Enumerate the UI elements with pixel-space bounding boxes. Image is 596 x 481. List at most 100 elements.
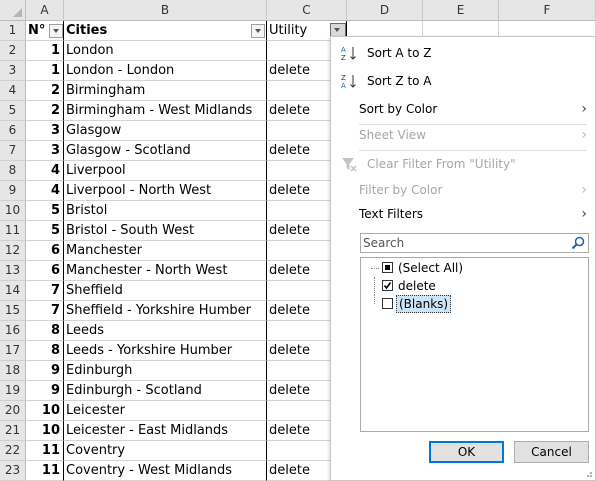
cell-city[interactable]: Birmingham - West Midlands xyxy=(64,101,267,121)
cell-city[interactable]: Coventry - West Midlands xyxy=(64,461,267,481)
cell-number[interactable]: 3 xyxy=(26,141,64,161)
row-header[interactable]: 4 xyxy=(0,81,26,101)
cell-number[interactable]: 11 xyxy=(26,461,64,481)
cell-number[interactable]: 1 xyxy=(26,61,64,81)
cancel-button[interactable]: Cancel xyxy=(514,441,589,463)
row-header[interactable]: 20 xyxy=(0,401,26,421)
cell-number[interactable]: 9 xyxy=(26,381,64,401)
filter-button-number[interactable] xyxy=(49,24,63,38)
column-header-e[interactable]: E xyxy=(423,0,499,21)
cell-city[interactable]: Liverpool xyxy=(64,161,267,181)
cell-city[interactable]: Leicester xyxy=(64,401,267,421)
resize-grip-icon[interactable] xyxy=(583,468,593,478)
row-header[interactable]: 16 xyxy=(0,321,26,341)
cell-city[interactable]: Leicester - East Midlands xyxy=(64,421,267,441)
column-header-a[interactable]: A xyxy=(26,0,64,21)
row-header[interactable]: 3 xyxy=(0,61,26,81)
cell-city[interactable]: Edinburgh xyxy=(64,361,267,381)
row-header-1[interactable]: 1 xyxy=(0,21,26,41)
cell-number[interactable]: 7 xyxy=(26,301,64,321)
cell-city[interactable]: Bristol - South West xyxy=(64,221,267,241)
list-item-delete[interactable]: delete xyxy=(369,277,569,295)
row-header[interactable]: 8 xyxy=(0,161,26,181)
cell-number[interactable]: 9 xyxy=(26,361,64,381)
cell-city[interactable]: Sheffield - Yorkshire Humber xyxy=(64,301,267,321)
text-filters-label: Text Filters xyxy=(359,207,424,221)
row-header[interactable]: 9 xyxy=(0,181,26,201)
filter-button-cities[interactable] xyxy=(251,24,265,38)
menu-sort-by-color[interactable]: Sort by Color › xyxy=(331,97,595,121)
unchecked-checkbox-icon[interactable] xyxy=(382,298,393,309)
clear-filter-icon xyxy=(342,158,357,172)
cell-city[interactable]: Liverpool - North West xyxy=(64,181,267,201)
row-header[interactable]: 6 xyxy=(0,121,26,141)
cell-number[interactable]: 3 xyxy=(26,121,64,141)
row-header[interactable]: 22 xyxy=(0,441,26,461)
row-header[interactable]: 12 xyxy=(0,241,26,261)
cell-number[interactable]: 4 xyxy=(26,181,64,201)
ok-button[interactable]: OK xyxy=(429,441,504,463)
cell-number[interactable]: 1 xyxy=(26,41,64,61)
cell-city[interactable]: Coventry xyxy=(64,441,267,461)
column-header-b[interactable]: B xyxy=(64,0,267,21)
svg-text:A: A xyxy=(341,82,346,89)
select-all-corner[interactable] xyxy=(0,0,26,21)
cell-number[interactable]: 10 xyxy=(26,421,64,441)
menu-text-filters[interactable]: Text Filters › xyxy=(331,202,595,226)
list-item-blanks[interactable]: (Blanks) xyxy=(369,295,569,313)
header-number-label: N° xyxy=(28,23,46,38)
column-header-c[interactable]: C xyxy=(267,0,347,21)
row-header[interactable]: 11 xyxy=(0,221,26,241)
filter-search-input[interactable]: Search xyxy=(360,233,589,253)
row-header[interactable]: 5 xyxy=(0,101,26,121)
row-header[interactable]: 14 xyxy=(0,281,26,301)
cell-city[interactable]: London xyxy=(64,41,267,61)
cell-city[interactable]: Leeds - Yorkshire Humber xyxy=(64,341,267,361)
tree-connector xyxy=(374,295,375,304)
cell-number[interactable]: 7 xyxy=(26,281,64,301)
cell-city[interactable]: Edinburgh - Scotland xyxy=(64,381,267,401)
row-header[interactable]: 2 xyxy=(0,41,26,61)
row-header[interactable]: 19 xyxy=(0,381,26,401)
cell-number[interactable]: 8 xyxy=(26,341,64,361)
row-header[interactable]: 13 xyxy=(0,261,26,281)
chevron-right-icon: › xyxy=(581,101,587,117)
cell-city[interactable]: London - London xyxy=(64,61,267,81)
cell-number[interactable]: 6 xyxy=(26,261,64,281)
row-header[interactable]: 7 xyxy=(0,141,26,161)
cell-number[interactable]: 6 xyxy=(26,241,64,261)
cell-number[interactable]: 11 xyxy=(26,441,64,461)
list-item-select-all[interactable]: (Select All) xyxy=(369,259,569,277)
row-header[interactable]: 15 xyxy=(0,301,26,321)
cell-number[interactable]: 2 xyxy=(26,81,64,101)
cell-number[interactable]: 5 xyxy=(26,201,64,221)
header-cell-cities[interactable]: Cities xyxy=(64,21,267,41)
menu-sort-a-to-z[interactable]: A Z Sort A to Z xyxy=(331,41,595,65)
cell-city[interactable]: Manchester xyxy=(64,241,267,261)
cell-number[interactable]: 4 xyxy=(26,161,64,181)
column-header-d[interactable]: D xyxy=(347,0,423,21)
column-header-f[interactable]: F xyxy=(499,0,596,21)
cell-city[interactable]: Glasgow - Scotland xyxy=(64,141,267,161)
tree-connector xyxy=(374,277,375,295)
cell-number[interactable]: 8 xyxy=(26,321,64,341)
cell-city[interactable]: Bristol xyxy=(64,201,267,221)
row-header[interactable]: 18 xyxy=(0,361,26,381)
chevron-right-icon: › xyxy=(581,206,587,222)
cell-city[interactable]: Manchester - North West xyxy=(64,261,267,281)
row-header[interactable]: 21 xyxy=(0,421,26,441)
row-header[interactable]: 17 xyxy=(0,341,26,361)
header-utility-label: Utility xyxy=(269,23,308,38)
row-header[interactable]: 23 xyxy=(0,461,26,481)
partial-checkbox-icon[interactable] xyxy=(382,262,393,273)
checked-checkbox-icon[interactable] xyxy=(382,280,393,291)
cell-city[interactable]: Leeds xyxy=(64,321,267,341)
cell-city[interactable]: Glasgow xyxy=(64,121,267,141)
cell-number[interactable]: 2 xyxy=(26,101,64,121)
cell-number[interactable]: 10 xyxy=(26,401,64,421)
cell-number[interactable]: 5 xyxy=(26,221,64,241)
menu-sort-z-to-a[interactable]: Z A Sort Z to A xyxy=(331,69,595,93)
cell-city[interactable]: Birmingham xyxy=(64,81,267,101)
row-header[interactable]: 10 xyxy=(0,201,26,221)
cell-city[interactable]: Sheffield xyxy=(64,281,267,301)
